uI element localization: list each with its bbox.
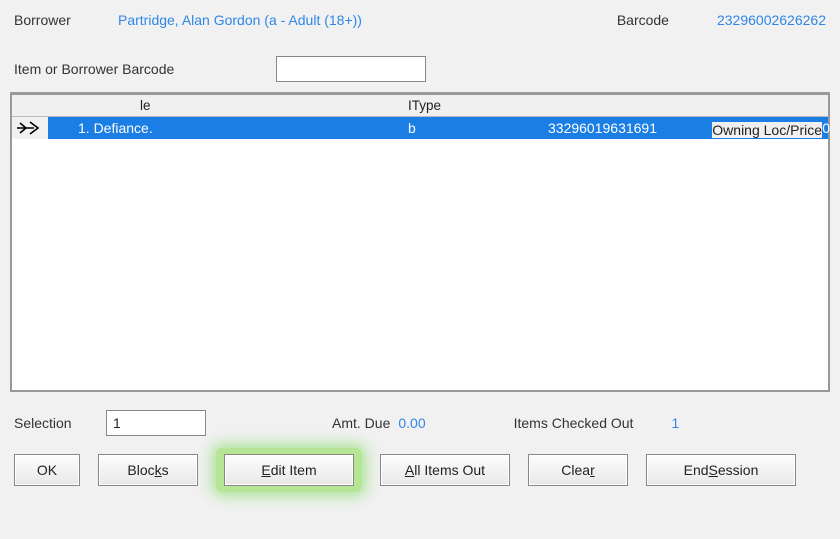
- items-out-value: 1: [671, 415, 679, 431]
- barcode-entry-label: Item or Borrower Barcode: [14, 61, 244, 77]
- table-row[interactable]: 1. Defiance.b33296019631691sjc12.50: [12, 117, 828, 139]
- items-list: le IType Owning Loc/Price 1. Defiance.b3…: [10, 92, 830, 392]
- button-row: OK Blocks Edit Item All Items Out Clear …: [0, 448, 840, 502]
- row-title: 1. Defiance.: [48, 120, 408, 136]
- amt-due-value: 0.00: [398, 415, 425, 431]
- barcode-link[interactable]: 23296002626262: [717, 12, 826, 28]
- edit-item-highlight: Edit Item: [216, 448, 362, 492]
- selection-input[interactable]: [106, 410, 206, 436]
- col-header-title[interactable]: le: [48, 98, 408, 113]
- amt-due-label: Amt. Due: [332, 415, 390, 431]
- ok-button[interactable]: OK: [14, 454, 80, 486]
- borrower-link[interactable]: Partridge, Alan Gordon (a - Adult (18+)): [118, 12, 362, 28]
- col-header-owning[interactable]: Owning Loc/Price: [712, 122, 822, 138]
- barcode-entry-input[interactable]: [276, 56, 426, 82]
- checkout-pane: Borrower Partridge, Alan Gordon (a - Adu…: [0, 0, 840, 539]
- borrower-info-row: Borrower Partridge, Alan Gordon (a - Adu…: [0, 0, 840, 28]
- borrower-label: Borrower: [14, 12, 94, 28]
- row-item-barcode: 33296019631691: [548, 120, 718, 136]
- status-row: Selection Amt. Due 0.00 Items Checked Ou…: [0, 392, 840, 448]
- items-list-headers: le IType: [12, 95, 828, 117]
- end-session-button[interactable]: End Session: [646, 454, 796, 486]
- selection-label: Selection: [14, 415, 98, 431]
- current-row-arrow-icon: [12, 117, 48, 139]
- barcode-entry-row: Item or Borrower Barcode: [0, 28, 840, 88]
- barcode-label: Barcode: [617, 12, 669, 28]
- edit-item-button[interactable]: Edit Item: [224, 454, 354, 486]
- all-items-out-button[interactable]: All Items Out: [380, 454, 510, 486]
- row-itype: b: [408, 120, 548, 136]
- ok-button-label: OK: [37, 462, 57, 478]
- blocks-button[interactable]: Blocks: [98, 454, 198, 486]
- col-header-itype[interactable]: IType: [408, 98, 548, 113]
- items-out-label: Items Checked Out: [514, 415, 634, 431]
- clear-button[interactable]: Clear: [528, 454, 628, 486]
